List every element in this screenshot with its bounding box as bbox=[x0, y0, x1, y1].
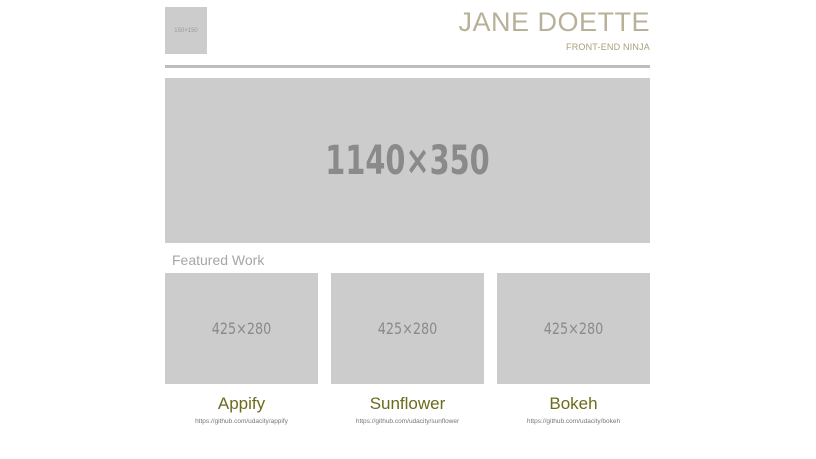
featured-work-heading: Featured Work bbox=[172, 252, 265, 268]
header-divider bbox=[165, 65, 650, 68]
project-link[interactable]: https://github.com/udacity/bokeh bbox=[497, 418, 650, 425]
project-card-sunflower: 425×280 Sunflower https://github.com/uda… bbox=[331, 273, 484, 425]
thumbnail-placeholder-label: 425×280 bbox=[377, 319, 438, 338]
hero-image: 1140×350 bbox=[165, 78, 650, 243]
page-subtitle: FRONT-END NINJA bbox=[566, 42, 650, 52]
project-thumbnail[interactable]: 425×280 bbox=[497, 273, 650, 384]
project-title: Sunflower bbox=[369, 394, 446, 413]
project-card-appify: 425×280 Appify https://github.com/udacit… bbox=[165, 273, 318, 425]
project-thumbnail[interactable]: 425×280 bbox=[331, 273, 484, 384]
project-title: Bokeh bbox=[549, 394, 598, 413]
thumbnail-placeholder-label: 425×280 bbox=[543, 319, 604, 338]
page-title: JANE DOETTE bbox=[458, 7, 650, 37]
thumbnail-placeholder-label: 425×280 bbox=[211, 319, 272, 338]
project-title: Appify bbox=[217, 394, 266, 413]
project-thumbnail[interactable]: 425×280 bbox=[165, 273, 318, 384]
hero-placeholder-label: 1140×350 bbox=[325, 137, 490, 184]
project-link[interactable]: https://github.com/udacity/sunflower bbox=[331, 418, 484, 425]
portfolio-page: 150×150 JANE DOETTE FRONT-END NINJA 1140… bbox=[0, 0, 816, 459]
logo-image: 150×150 bbox=[165, 7, 207, 54]
logo-placeholder-label: 150×150 bbox=[174, 27, 198, 34]
project-card-bokeh: 425×280 Bokeh https://github.com/udacity… bbox=[497, 273, 650, 425]
project-link[interactable]: https://github.com/udacity/appify bbox=[165, 418, 318, 425]
